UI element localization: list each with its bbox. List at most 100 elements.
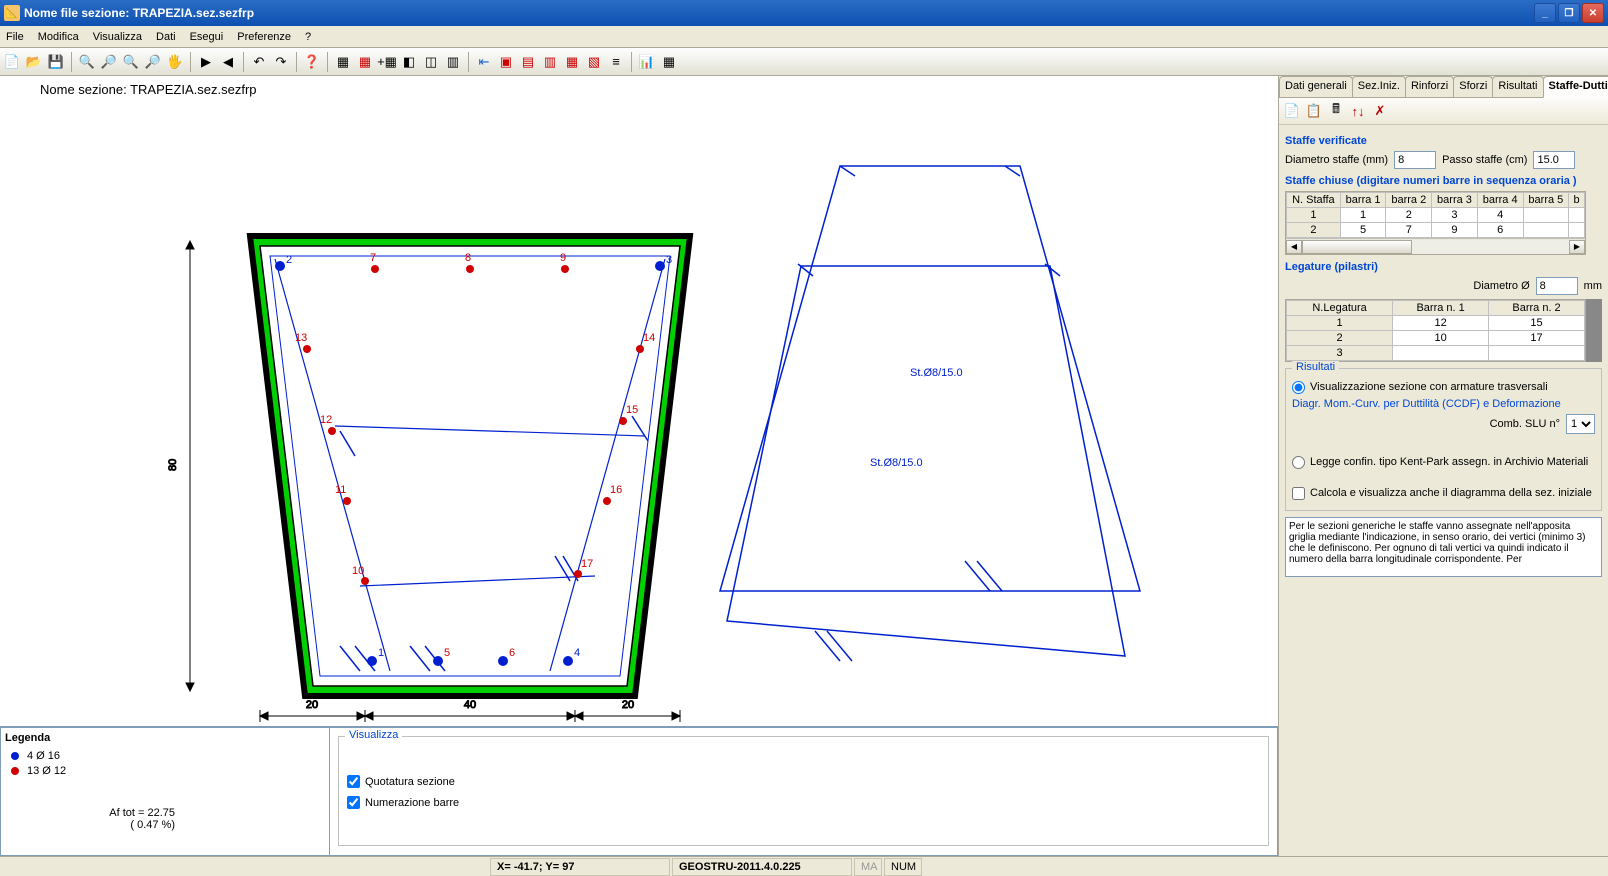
visualizza-group-title: Visualizza: [345, 729, 402, 741]
status-ma: MA: [854, 858, 882, 876]
svg-text:St.Ø8/15.0: St.Ø8/15.0: [870, 457, 923, 469]
svg-text:16: 16: [610, 484, 622, 496]
svg-text:12: 12: [320, 414, 332, 426]
staffe-verificate-title: Staffe verificate: [1285, 135, 1602, 147]
tab-sforzi[interactable]: Sforzi: [1453, 76, 1493, 97]
redo-icon[interactable]: ↷: [271, 52, 291, 72]
zoom-out-icon[interactable]: 🔍: [77, 52, 97, 72]
passo-label: Passo staffe (cm): [1442, 154, 1527, 166]
caseC-icon[interactable]: ▥: [540, 52, 560, 72]
scroll-left-icon[interactable]: ◀: [1286, 240, 1302, 254]
calc-icon[interactable]: 🖩: [1327, 102, 1345, 120]
menu-preferenze[interactable]: Preferenze: [237, 31, 291, 43]
caseE-icon[interactable]: ▧: [584, 52, 604, 72]
legature-vscroll[interactable]: [1586, 299, 1602, 362]
first-icon[interactable]: ▶: [196, 52, 216, 72]
maximize-button[interactable]: ❐: [1558, 3, 1580, 23]
svg-text:2: 2: [286, 254, 292, 266]
prev-icon[interactable]: ◀: [218, 52, 238, 72]
svg-text:5: 5: [444, 647, 450, 659]
hint-box[interactable]: Per le sezioni generiche le staffe vanno…: [1285, 517, 1602, 577]
svg-text:1: 1: [378, 647, 384, 659]
section-drawing: 80 20 40 20: [0, 76, 1160, 736]
toggle3-icon[interactable]: ▥: [443, 52, 463, 72]
help-icon[interactable]: ❓: [302, 52, 322, 72]
check-calc-diagramma[interactable]: Calcola e visualizza anche il diagramma …: [1292, 487, 1595, 500]
statusbar: X= -41.7; Y= 97 GEOSTRU-2011.4.0.225 MA …: [0, 856, 1608, 876]
grid-icon[interactable]: ▦: [333, 52, 353, 72]
titlebar: 📐 Nome file sezione: TRAPEZIA.sez.sezfrp…: [0, 0, 1608, 26]
leftarrow-icon[interactable]: ⇤: [474, 52, 494, 72]
svg-text:St.Ø8/15.0: St.Ø8/15.0: [910, 367, 963, 379]
tab-rinforzi[interactable]: Rinforzi: [1405, 76, 1454, 97]
svg-text:20: 20: [622, 699, 634, 711]
tab-sez-iniz[interactable]: Sez.Iniz.: [1352, 76, 1406, 97]
menu-esegui[interactable]: Esegui: [190, 31, 224, 43]
menu-dati[interactable]: Dati: [156, 31, 176, 43]
sort-icon[interactable]: ↑↓: [1349, 102, 1367, 120]
staffe-chiuse-title: Staffe chiuse (digitare numeri barre in …: [1285, 175, 1602, 187]
save-icon[interactable]: 💾: [46, 52, 66, 72]
doc-icon[interactable]: 📄: [1283, 102, 1301, 120]
zoom-fit-icon[interactable]: 🔎: [143, 52, 163, 72]
addgrid-icon[interactable]: +▦: [377, 52, 397, 72]
staffe-vscroll[interactable]: [1586, 191, 1602, 255]
window-title: Nome file sezione: TRAPEZIA.sez.sezfrp: [24, 6, 1532, 20]
chart-icon[interactable]: 📊: [637, 52, 657, 72]
check-quotatura[interactable]: Quotatura sezione: [347, 775, 1260, 788]
zoom-in-icon[interactable]: 🔍: [121, 52, 141, 72]
comb-select[interactable]: 1: [1566, 414, 1595, 434]
staffe-grid[interactable]: N. Staffa barra 1 barra 2 barra 3 barra …: [1285, 191, 1586, 255]
zoom-window-icon[interactable]: 🔎: [99, 52, 119, 72]
svg-text:20: 20: [306, 699, 318, 711]
svg-text:11: 11: [335, 484, 346, 496]
menu-modifica[interactable]: Modifica: [38, 31, 79, 43]
menu-help[interactable]: ?: [305, 31, 311, 43]
scroll-right-icon[interactable]: ▶: [1569, 240, 1585, 254]
legend-dot-blue: [11, 752, 19, 760]
new-icon[interactable]: 📄: [2, 52, 22, 72]
legature-title: Legature (pilastri): [1285, 261, 1602, 273]
minimize-button[interactable]: _: [1534, 3, 1556, 23]
layers-icon[interactable]: ≡: [606, 52, 626, 72]
right-panel: Dati generali Sez.Iniz. Rinforzi Sforzi …: [1278, 76, 1608, 856]
legature-grid[interactable]: N.LegaturaBarra n. 1Barra n. 2 11215 210…: [1285, 299, 1586, 362]
copy-icon[interactable]: 📋: [1305, 102, 1323, 120]
pan-icon[interactable]: 🖐: [165, 52, 185, 72]
status-version: GEOSTRU-2011.4.0.225: [672, 858, 852, 876]
caseA-icon[interactable]: ▣: [496, 52, 516, 72]
leg-diam-input[interactable]: [1536, 277, 1578, 295]
menu-file[interactable]: File: [6, 31, 24, 43]
menu-visualizza[interactable]: Visualizza: [93, 31, 142, 43]
tab-dati-generali[interactable]: Dati generali: [1279, 76, 1353, 97]
table-row: 21017: [1287, 331, 1585, 346]
staffe-hscroll[interactable]: ◀ ▶: [1286, 238, 1585, 254]
svg-text:15: 15: [626, 404, 638, 416]
legend-title: Legenda: [5, 732, 325, 744]
legend-item-2: 13 Ø 12: [11, 765, 319, 777]
toggle1-icon[interactable]: ◧: [399, 52, 419, 72]
undo-icon[interactable]: ↶: [249, 52, 269, 72]
toggle2-icon[interactable]: ◫: [421, 52, 441, 72]
table-icon[interactable]: ▦: [659, 52, 679, 72]
link-diagramma[interactable]: Diagr. Mom.-Curv. per Duttilità (CCDF) e…: [1292, 398, 1595, 410]
tab-staffe-duttilita[interactable]: Staffe-Duttilità: [1543, 76, 1608, 98]
table-row: 25796: [1287, 223, 1585, 238]
risultati-fieldset: Risultati Visualizzazione sezione con ar…: [1285, 368, 1602, 511]
check-numerazione[interactable]: Numerazione barre: [347, 796, 1260, 809]
radio-visualizzazione[interactable]: Visualizzazione sezione con armature tra…: [1292, 381, 1595, 394]
leg-diam-unit: mm: [1584, 280, 1602, 292]
diametro-input[interactable]: [1394, 151, 1436, 169]
passo-input[interactable]: [1533, 151, 1575, 169]
caseD-icon[interactable]: ▦: [562, 52, 582, 72]
tab-risultati[interactable]: Risultati: [1492, 76, 1543, 97]
radio-kent-park[interactable]: Legge confin. tipo Kent-Park assegn. in …: [1292, 456, 1595, 469]
close-button[interactable]: ✕: [1582, 3, 1604, 23]
comb-label: Comb. SLU n°: [1490, 418, 1560, 430]
caseB-icon[interactable]: ▤: [518, 52, 538, 72]
clear-icon[interactable]: ✗: [1371, 102, 1389, 120]
canvas-area[interactable]: Nome sezione: TRAPEZIA.sez.sezfrp 80: [0, 76, 1278, 856]
svg-text:14: 14: [643, 332, 655, 344]
gridred-icon[interactable]: ▦: [355, 52, 375, 72]
open-icon[interactable]: 📂: [24, 52, 44, 72]
